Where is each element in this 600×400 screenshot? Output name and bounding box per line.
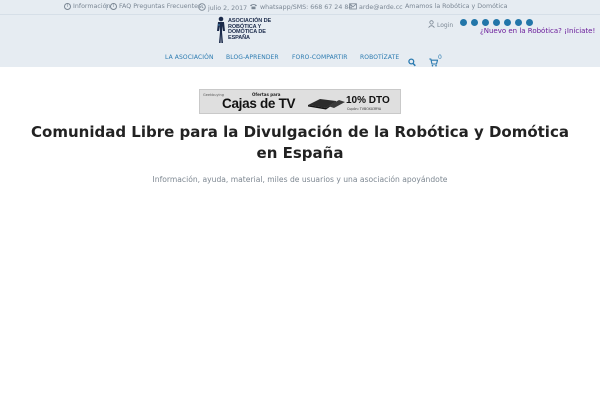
banner-title: Cajas de TV [222,96,296,111]
google-plus-icon[interactable] [482,19,489,26]
clock-icon [198,3,206,13]
date-item: julio 2, 2017 [198,3,247,13]
info-icon: i [110,3,117,10]
email-link[interactable]: arde@arde.cc [349,3,403,12]
linkedin-icon[interactable] [504,19,511,26]
logo-line: ESPAÑA [228,34,250,41]
banner-coupon: Cupón: TVBOX03RYA [347,107,382,111]
banner-brand: Geekbuying [203,93,224,97]
date-label: julio 2, 2017 [208,4,248,12]
nav-blog-aprender[interactable]: BLOG-APRENDER [226,54,279,61]
email-label: arde@arde.cc [359,4,403,11]
cart-count: 0 [438,54,442,61]
social-icons [460,19,537,26]
robot-figure-icon [216,16,226,44]
site-logo[interactable]: ASOCIACIÓN DE ROBÓTICA Y DOMÓTICA DE ESP… [216,16,274,46]
tagline: Amamos la Robótica y Domótica [405,3,507,10]
login-link[interactable]: Login [428,20,453,30]
phone-item: whatsapp/SMS: 668 67 24 84 [249,3,352,12]
page-subtitle: Información, ayuda, material, miles de u… [152,175,448,184]
page-title: Comunidad Libre para la Divulgación de l… [31,123,569,162]
phone-label: whatsapp/SMS: 668 67 24 84 [260,4,353,11]
banner-discount: 10% DTO [346,95,390,106]
pinterest-icon[interactable] [515,19,522,26]
login-label: Login [437,21,454,29]
user-icon [428,20,435,30]
search-icon[interactable] [408,52,416,71]
tv-box-ad-banner[interactable]: Geekbuying Ofertas para Cajas de TV 10% … [199,89,401,114]
logo-text: ASOCIACIÓN DE ROBÓTICA Y DOMÓTICA DE ESP… [228,18,271,41]
nav-robotizate[interactable]: ROBOTÍZATE [360,54,399,61]
cart-icon[interactable] [429,52,439,71]
faq-label: FAQ Preguntas Frecuentes [119,3,202,10]
faq-link[interactable]: i FAQ Preguntas Frecuentes [110,3,201,10]
telegram-icon[interactable] [526,19,533,26]
facebook-icon[interactable] [460,19,467,26]
divider [106,4,107,10]
nuevo-link[interactable]: ¿Nuevo en la Robótica? ¡Iníciate! [480,27,595,35]
youtube-icon[interactable] [493,19,500,26]
informacion-link[interactable]: i Información [64,3,110,10]
twitter-icon[interactable] [471,19,478,26]
site-header: ASOCIACIÓN DE ROBÓTICA Y DOMÓTICA DE ESP… [0,14,600,67]
top-info-bar: i Información i FAQ Preguntas Frecuentes… [0,0,600,14]
phone-icon [249,3,258,12]
nav-foro-compartir[interactable]: FORO-COMPARTIR [292,54,348,61]
informacion-label: Información [73,3,111,10]
tagline-text: Amamos la Robótica y Domótica [405,3,508,10]
info-icon: i [64,3,71,10]
envelope-icon [349,3,357,12]
nav-la-asociacion[interactable]: LA ASOCIACIÓN [165,54,214,61]
tv-box-icon [306,95,346,110]
